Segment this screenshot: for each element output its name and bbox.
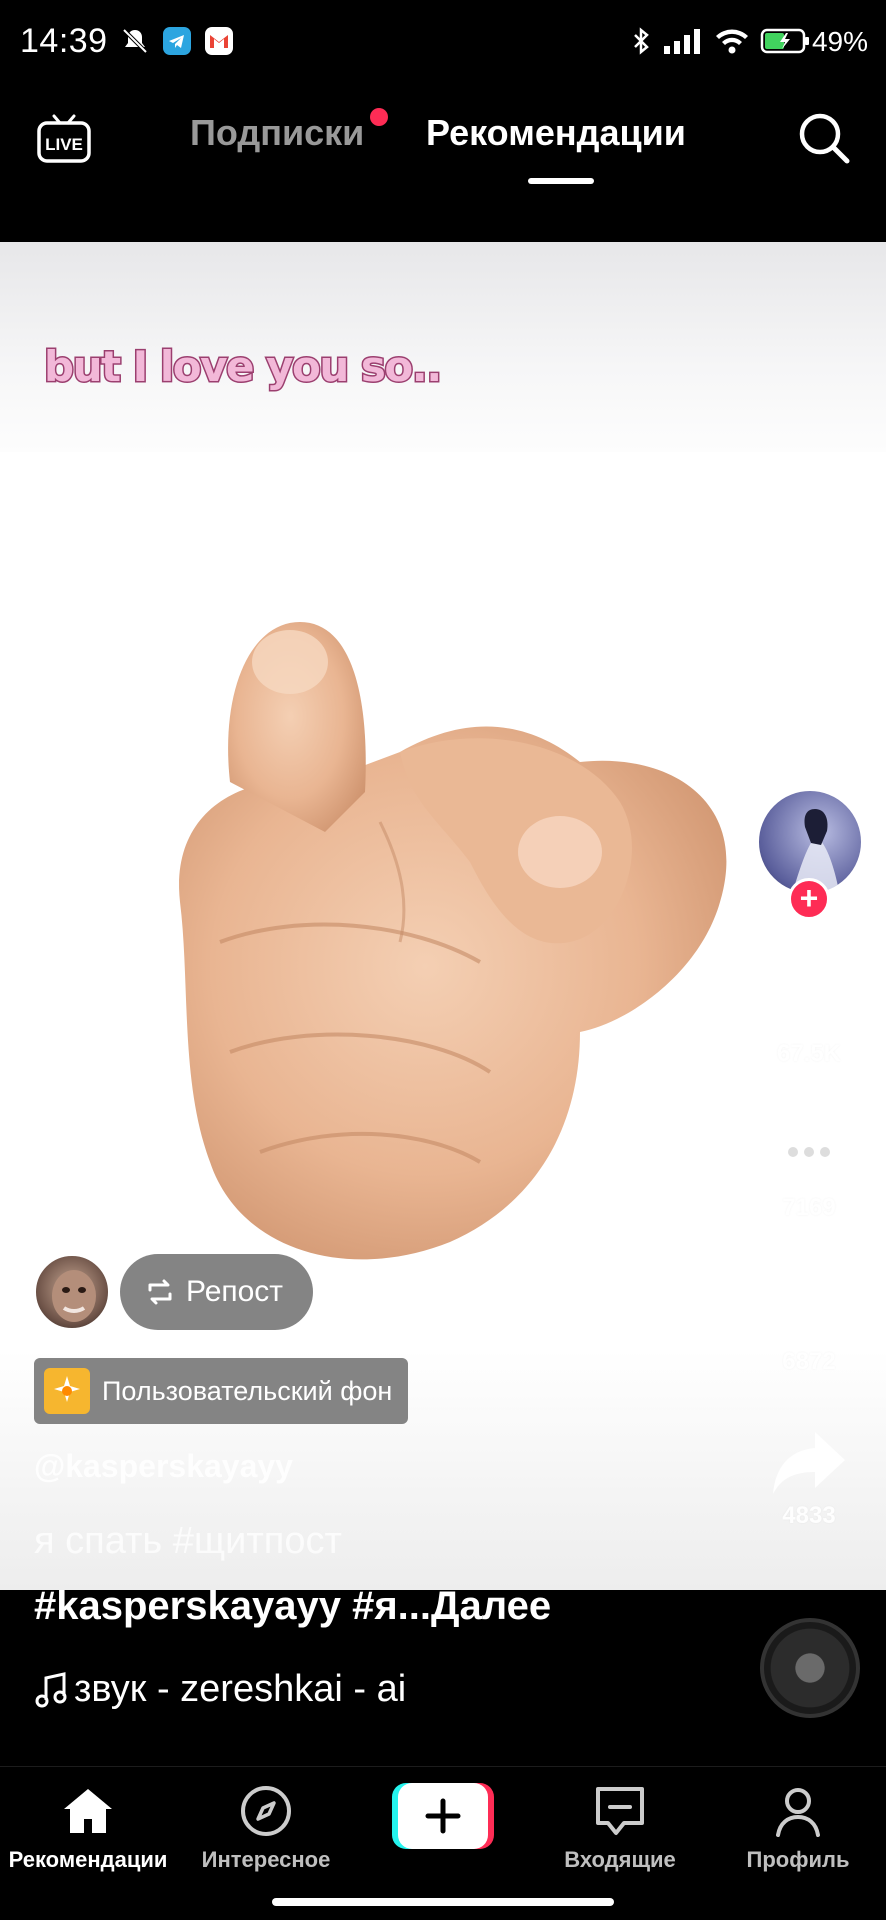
share-icon xyxy=(773,1432,845,1494)
battery-icon xyxy=(760,28,809,54)
inbox-icon xyxy=(596,1787,644,1835)
telegram-icon xyxy=(163,27,191,55)
nav-profile-label: Профиль xyxy=(746,1847,850,1872)
nav-profile[interactable]: Профиль xyxy=(708,1783,886,1873)
nav-inbox[interactable]: Входящие xyxy=(530,1783,710,1873)
music-title: звук - zereshkai - ai xyxy=(74,1668,407,1710)
nav-discover-label: Интересное xyxy=(201,1847,331,1872)
nav-inbox-label: Входящие xyxy=(564,1847,676,1872)
notification-dot xyxy=(370,108,388,126)
gmail-icon xyxy=(205,27,233,55)
music-disc[interactable] xyxy=(760,1618,860,1718)
compass-icon xyxy=(241,1786,291,1836)
save-button[interactable]: 6872 xyxy=(764,1274,854,1376)
nav-home-label: Рекомендации xyxy=(8,1847,168,1872)
live-icon[interactable]: LIVE xyxy=(36,110,92,166)
bookmark-icon xyxy=(783,1276,835,1342)
live-label: LIVE xyxy=(45,135,83,154)
video-overlay-text: but I love you so.. xyxy=(43,341,444,393)
reposter-avatar[interactable] xyxy=(34,1254,110,1330)
nav-home[interactable]: Рекомендации xyxy=(0,1783,178,1873)
like-count: 67.5K xyxy=(776,1040,842,1067)
wifi-icon xyxy=(716,29,748,54)
profile-icon xyxy=(776,1788,820,1837)
top-nav: LIVE Подписки Рекомендации xyxy=(0,84,886,242)
bottom-nav: Рекомендации Интересное Входящие Профиль xyxy=(0,1766,886,1920)
description-line-1: я спать #щитпост xyxy=(34,1520,342,1562)
share-count: 4833 xyxy=(782,1502,836,1529)
status-bar: 14:39 49% xyxy=(0,0,886,84)
signal-icon xyxy=(664,29,700,54)
repost-label: Репост xyxy=(186,1275,284,1308)
home-indicator[interactable] xyxy=(272,1898,614,1906)
save-count: 6872 xyxy=(782,1348,836,1375)
custom-background-label: Пользовательский фон xyxy=(102,1375,393,1406)
mute-icon xyxy=(122,28,148,54)
search-icon[interactable] xyxy=(796,110,852,166)
repost-icon xyxy=(148,1279,172,1305)
bluetooth-icon xyxy=(634,27,649,55)
follow-button[interactable]: + xyxy=(788,878,830,920)
repost-badge[interactable]: Репост xyxy=(120,1254,314,1330)
nav-discover[interactable]: Интересное xyxy=(176,1783,356,1873)
pointing-hand-image xyxy=(179,622,727,1260)
custom-background-chip[interactable]: Пользовательский фон xyxy=(34,1358,409,1424)
heart-icon xyxy=(773,969,845,1032)
status-time: 14:39 xyxy=(20,22,108,60)
comment-count: 7169 xyxy=(782,1194,836,1221)
comment-button[interactable]: 7169 xyxy=(764,1120,854,1222)
share-button[interactable]: 4833 xyxy=(764,1428,854,1530)
active-tab-indicator xyxy=(528,178,594,184)
tab-recommendations[interactable]: Рекомендации xyxy=(426,112,686,154)
home-icon xyxy=(64,1789,112,1833)
like-button[interactable]: 67.5K xyxy=(764,966,854,1068)
tab-subscriptions[interactable]: Подписки xyxy=(190,112,364,154)
comment-icon xyxy=(773,1124,845,1187)
music-note-icon xyxy=(35,1671,67,1707)
create-button[interactable] xyxy=(392,1783,494,1849)
sparkle-icon xyxy=(44,1368,90,1414)
music-info[interactable]: звук - zereshkai - ai xyxy=(34,1668,406,1711)
username[interactable]: @kasperskayayy xyxy=(34,1448,293,1485)
description-line-2[interactable]: #kasperskayayy #я...Далее xyxy=(34,1584,551,1629)
battery-percent: 49% xyxy=(811,26,868,57)
